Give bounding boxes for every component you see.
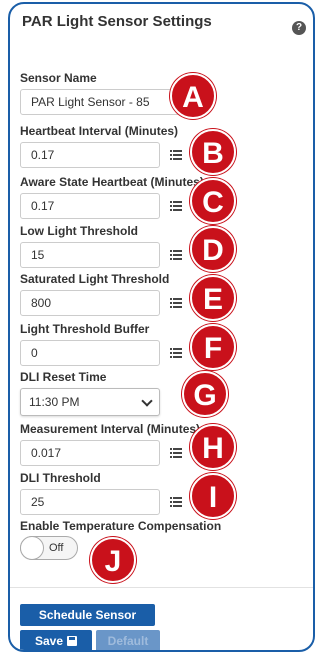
sensor-name-label: Sensor Name [20,71,97,85]
chevron-down-icon [141,395,153,407]
low-light-threshold-field[interactable]: 15 [20,242,160,268]
dli-threshold-field[interactable]: 25 [20,489,160,515]
settings-panel: PAR Light Sensor Settings ? Sensor Name … [8,2,315,652]
dli-threshold-label: DLI Threshold [20,471,101,485]
saturated-light-threshold-field[interactable]: 800 [20,290,160,316]
toggle-knob [20,536,44,560]
marker-b: B [190,129,236,175]
dli-reset-time-label: DLI Reset Time [20,370,107,384]
saturated-light-threshold-label: Saturated Light Threshold [20,272,170,286]
heartbeat-interval-label: Heartbeat Interval (Minutes) [20,124,179,138]
panel-title: PAR Light Sensor Settings [22,13,212,30]
dli-threshold-list-icon[interactable] [170,497,182,507]
marker-h: H [190,424,236,470]
sensor-name-field[interactable]: PAR Light Sensor - 85 [20,89,180,115]
marker-c: C [190,178,236,224]
temperature-compensation-label: Enable Temperature Compensation [20,519,222,533]
light-threshold-buffer-list-icon[interactable] [170,348,182,358]
marker-i: I [190,473,236,519]
measurement-interval-field[interactable]: 0.017 [20,440,160,466]
marker-j: J [90,537,136,583]
aware-heartbeat-list-icon[interactable] [170,201,182,211]
dli-reset-time-value: 11:30 PM [29,395,80,409]
aware-heartbeat-label: Aware State Heartbeat (Minutes) [20,175,204,189]
low-light-threshold-label: Low Light Threshold [20,224,138,238]
marker-d: D [190,226,236,272]
marker-g: G [182,371,228,417]
default-button[interactable]: Default [96,630,160,650]
floppy-disk-icon [67,636,78,646]
temperature-compensation-toggle[interactable]: Off [20,536,78,560]
light-threshold-buffer-field[interactable]: 0 [20,340,160,366]
save-button-label: Save [34,634,64,648]
marker-e: E [190,275,236,321]
heartbeat-interval-field[interactable]: 0.17 [20,142,160,168]
toggle-state: Off [49,542,64,554]
measurement-interval-label: Measurement Interval (Minutes) [20,422,201,436]
light-threshold-buffer-label: Light Threshold Buffer [20,322,150,336]
aware-heartbeat-field[interactable]: 0.17 [20,193,160,219]
measurement-interval-list-icon[interactable] [170,448,182,458]
marker-f: F [190,324,236,370]
save-button[interactable]: Save [20,630,92,650]
help-icon[interactable]: ? [292,21,306,35]
heartbeat-interval-list-icon[interactable] [170,150,182,160]
schedule-sensor-button[interactable]: Schedule Sensor [20,604,155,626]
dli-reset-time-select[interactable]: 11:30 PM [20,388,160,416]
divider [10,587,313,588]
saturated-light-threshold-list-icon[interactable] [170,298,182,308]
marker-a: A [170,73,216,119]
low-light-threshold-list-icon[interactable] [170,250,182,260]
